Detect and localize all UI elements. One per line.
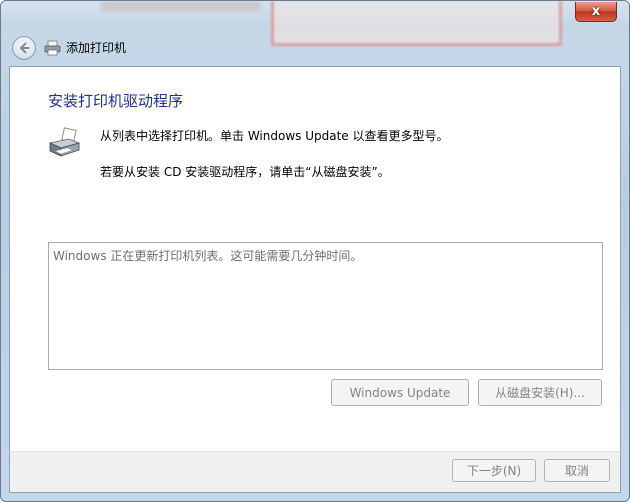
page-title: 安装打印机驱动程序 — [48, 92, 184, 110]
wizard-footer: 下一步(N) 取消 — [9, 451, 621, 493]
disk-install-hint: 若要从安装 CD 安装驱动程序，请单击“从磁盘安装”。 — [100, 165, 390, 179]
printer-list[interactable]: Windows 正在更新打印机列表。这可能需要几分钟时间。 — [48, 242, 603, 370]
title-bar: x — [1, 1, 629, 46]
cancel-button[interactable]: 取消 — [544, 459, 610, 482]
add-printer-window: x 添加打印机 安装打印机驱动程序 从列表中选择打印机。单击 Windows U… — [0, 0, 630, 502]
list-status-text: Windows 正在更新打印机列表。这可能需要几分钟时间。 — [53, 249, 363, 263]
window-title: 添加打印机 — [66, 41, 127, 55]
printer-icon — [44, 40, 61, 56]
back-arrow-icon — [20, 42, 30, 54]
description-text: 从列表中选择打印机。单击 Windows Update 以查看更多型号。 — [100, 129, 449, 143]
large-printer-icon — [48, 127, 81, 157]
close-button[interactable]: x — [575, 2, 617, 22]
wizard-content: 安装打印机驱动程序 从列表中选择打印机。单击 Windows Update 以查… — [9, 66, 621, 452]
back-button[interactable] — [12, 36, 36, 60]
close-icon: x — [591, 4, 601, 19]
have-disk-button[interactable]: 从磁盘安装(H)... — [478, 379, 602, 406]
background-blur — [101, 1, 261, 11]
navigation-bar: 添加打印机 — [1, 31, 629, 65]
windows-update-button[interactable]: Windows Update — [331, 379, 469, 406]
next-button[interactable]: 下一步(N) — [452, 459, 536, 482]
